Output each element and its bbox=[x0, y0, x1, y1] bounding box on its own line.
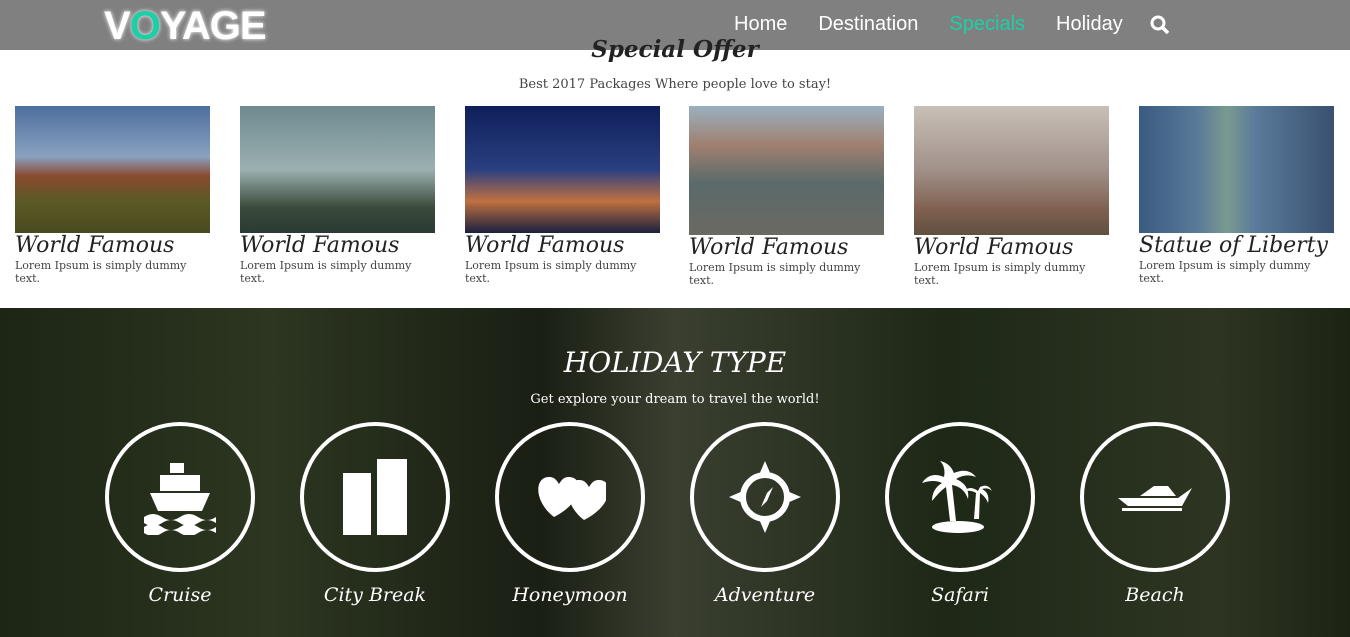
offer-card[interactable]: World Famous Lorem Ipsum is simply dummy … bbox=[914, 106, 1109, 287]
card-title: World Famous bbox=[15, 233, 175, 258]
holiday-type-city-break[interactable]: City Break bbox=[300, 422, 450, 606]
offer-card[interactable]: World Famous Lorem Ipsum is simply dummy … bbox=[240, 106, 435, 285]
card-image bbox=[240, 106, 435, 233]
holiday-type-label: Adventure bbox=[714, 584, 816, 606]
nav-home[interactable]: Home bbox=[734, 13, 787, 36]
card-desc: Lorem Ipsum is simply dummy text. bbox=[465, 259, 637, 285]
holiday-type-label: Cruise bbox=[148, 584, 212, 606]
buildings-icon bbox=[343, 459, 407, 535]
card-image bbox=[914, 106, 1109, 235]
card-desc: Lorem Ipsum is simply dummy text. bbox=[1139, 259, 1311, 285]
offer-card[interactable]: World Famous Lorem Ipsum is simply dummy … bbox=[465, 106, 660, 285]
offer-card[interactable]: World Famous Lorem Ipsum is simply dummy … bbox=[15, 106, 210, 285]
holiday-type-adventure[interactable]: Adventure bbox=[690, 422, 840, 606]
hearts-icon bbox=[538, 477, 606, 520]
holiday-type-beach[interactable]: Beach bbox=[1080, 422, 1230, 606]
card-title: Statue of Liberty bbox=[1139, 233, 1328, 258]
card-image bbox=[465, 106, 660, 233]
card-image bbox=[1139, 106, 1334, 233]
section-title: Special Offer bbox=[591, 36, 759, 63]
section-subtitle: Best 2017 Packages Where people love to … bbox=[518, 77, 832, 92]
card-desc: Lorem Ipsum is simply dummy text. bbox=[15, 259, 187, 285]
nav-destination[interactable]: Destination bbox=[818, 13, 918, 36]
card-image bbox=[689, 106, 884, 235]
holiday-subtitle: Get explore your dream to travel the wor… bbox=[530, 392, 820, 407]
holiday-type-label: Honeymoon bbox=[512, 584, 628, 606]
speedboat-icon bbox=[1118, 486, 1192, 511]
holiday-title: HOLIDAY TYPE bbox=[563, 346, 787, 379]
holiday-type-cruise[interactable]: Cruise bbox=[105, 422, 255, 606]
holiday-section: HOLIDAY TYPE Get explore your dream to t… bbox=[0, 308, 1350, 637]
card-title: World Famous bbox=[689, 235, 849, 260]
holiday-type-label: Beach bbox=[1125, 584, 1185, 606]
ship-icon bbox=[144, 463, 216, 535]
offer-card[interactable]: Statue of Liberty Lorem Ipsum is simply d… bbox=[1139, 106, 1334, 285]
nav-holiday[interactable]: Holiday bbox=[1056, 13, 1123, 36]
nav-menu: Home Destination Specials Holiday bbox=[734, 13, 1123, 36]
palm-tree-icon bbox=[922, 461, 992, 533]
card-title: World Famous bbox=[240, 233, 400, 258]
holiday-type-safari[interactable]: Safari bbox=[885, 422, 1035, 606]
nav-specials[interactable]: Specials bbox=[949, 13, 1025, 36]
card-desc: Lorem Ipsum is simply dummy text. bbox=[689, 261, 861, 287]
card-title: World Famous bbox=[914, 235, 1074, 260]
holiday-type-label: City Break bbox=[323, 584, 427, 606]
card-desc: Lorem Ipsum is simply dummy text. bbox=[240, 259, 412, 285]
search-icon[interactable] bbox=[1150, 15, 1170, 35]
holiday-type-honeymoon[interactable]: Honeymoon bbox=[495, 422, 645, 606]
card-image bbox=[15, 106, 210, 233]
card-desc: Lorem Ipsum is simply dummy text. bbox=[914, 261, 1086, 287]
card-title: World Famous bbox=[465, 233, 625, 258]
holiday-type-label: Safari bbox=[931, 584, 989, 606]
offer-card[interactable]: World Famous Lorem Ipsum is simply dummy … bbox=[689, 106, 884, 287]
compass-icon bbox=[729, 461, 801, 533]
